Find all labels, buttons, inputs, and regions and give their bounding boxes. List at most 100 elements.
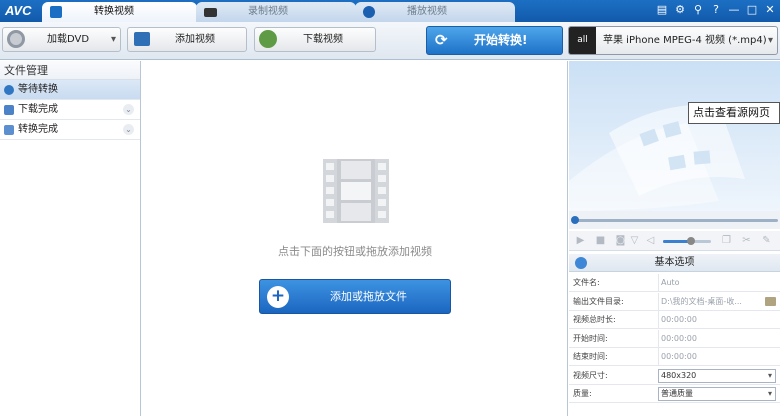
folder-icon[interactable]	[765, 297, 776, 306]
drop-area[interactable]: 点击下面的按钮或拖放添加视频 + 添加或拖放文件	[142, 61, 568, 416]
option-row: 开始时间: 00:00:00	[569, 330, 780, 348]
volume-icon[interactable]: ◁	[645, 235, 656, 246]
chevron-down-icon: ▾	[767, 35, 773, 46]
basic-options-header[interactable]: 基本选项	[569, 254, 780, 272]
option-row: 文件名: Auto	[569, 274, 780, 292]
sidebar-item-waiting[interactable]: 等待转换	[0, 80, 140, 100]
window-controls: ▤ ⚙ ⚲ ? — □ ✕	[656, 3, 776, 19]
close-icon[interactable]: ✕	[764, 3, 776, 17]
option-value[interactable]: D:\我的文档-桌面-收...	[658, 293, 776, 311]
search-icon[interactable]: ⚲	[692, 3, 704, 17]
list-icon[interactable]: ▤	[656, 3, 668, 17]
sidebar-item-label: 转换完成	[18, 124, 58, 135]
option-key: 文件名:	[573, 278, 600, 287]
sidebar-item-label: 下载完成	[18, 104, 58, 115]
option-select[interactable]: 普通质量 ▾	[658, 387, 776, 401]
download-icon	[4, 105, 14, 115]
option-row: 视频尺寸: 480x320 ▾	[569, 367, 780, 385]
option-value-text: 480x320	[661, 371, 697, 380]
option-value[interactable]: Auto	[658, 274, 776, 292]
tab-convert-video[interactable]: 转换视频	[42, 2, 197, 22]
gear-icon[interactable]: ⚙	[674, 3, 686, 17]
tab-play-video[interactable]: 播放视频	[355, 2, 515, 22]
disc-icon	[7, 30, 25, 48]
sidebar-item-downloaded[interactable]: 下载完成 ⌄	[0, 100, 140, 120]
option-value[interactable]: 00:00:00	[658, 348, 776, 366]
option-value[interactable]: 00:00:00	[658, 311, 776, 329]
volume-slider[interactable]	[663, 237, 711, 245]
title-bar: AVC 转换视频 录制视频 播放视频 ▤ ⚙ ⚲ ? — □ ✕	[0, 0, 780, 22]
button-label: 下载视频	[303, 34, 343, 45]
output-profile-select[interactable]: all 苹果 iPhone MPEG-4 视频 (*.mp4) ▾	[568, 26, 778, 55]
button-label: 开始转换!	[474, 33, 528, 47]
tab-record-video[interactable]: 录制视频	[196, 2, 356, 22]
option-value-text: 00:00:00	[661, 334, 697, 343]
seek-knob[interactable]	[571, 216, 579, 224]
start-convert-button[interactable]: ⟳ 开始转换!	[426, 26, 563, 55]
drop-hint: 点击下面的按钮或拖放添加视频	[278, 245, 432, 258]
option-row: 质量: 普通质量 ▾	[569, 385, 780, 403]
copy-icon[interactable]: ❐	[721, 235, 732, 246]
chevron-down-icon[interactable]: ▾	[111, 28, 116, 51]
right-panel: 点击查看源网页 ▶ ■ ◙ ▽ ◁ ❐ ✂ ✎ 基本选项 文件名: Auto 输出文…	[569, 61, 780, 416]
sidebar-item-label: 等待转换	[18, 84, 58, 95]
convert-icon	[50, 6, 62, 18]
file-manager-sidebar: 文件管理 等待转换 下载完成 ⌄ 转换完成 ⌄	[0, 61, 141, 416]
maximize-icon[interactable]: □	[746, 3, 758, 17]
sidebar-title: 文件管理	[0, 61, 140, 80]
volume-knob[interactable]	[686, 237, 695, 245]
camera-icon[interactable]: ◙	[615, 235, 626, 246]
apple-all-icon: all	[569, 27, 596, 54]
tab-label: 转换视频	[94, 6, 134, 17]
download-video-button[interactable]: 下载视频	[254, 27, 376, 52]
globe-download-icon	[259, 30, 277, 48]
play-icon[interactable]: ▶	[575, 235, 586, 246]
option-key: 视频总时长:	[573, 315, 616, 324]
convert-icon	[4, 85, 14, 95]
help-icon[interactable]: ?	[710, 3, 722, 17]
option-value[interactable]: 00:00:00	[658, 330, 776, 348]
chevron-down-icon: ▾	[767, 389, 772, 398]
app-logo: AVC	[5, 3, 32, 18]
player-controls: ▶ ■ ◙ ▽ ◁ ❐ ✂ ✎	[569, 231, 780, 251]
option-row: 结束时间: 00:00:00	[569, 348, 780, 366]
chevron-down-icon[interactable]: ⌄	[123, 104, 134, 115]
tooltip: 点击查看源网页	[688, 102, 780, 124]
add-video-button[interactable]: 添加视频	[127, 27, 247, 52]
chevron-down-icon[interactable]: ▽	[629, 235, 640, 246]
plus-icon: +	[267, 286, 289, 308]
option-row: 视频总时长: 00:00:00	[569, 311, 780, 329]
seek-track[interactable]	[573, 219, 778, 222]
chevron-down-icon: ▾	[767, 371, 772, 380]
option-row: 输出文件目录: D:\我的文档-桌面-收...	[569, 293, 780, 311]
film-strip-icon	[323, 159, 389, 223]
button-label: 添加视频	[175, 34, 215, 45]
stop-icon[interactable]: ■	[595, 235, 606, 246]
wrench-icon[interactable]: ✎	[761, 235, 772, 246]
option-value-text: 普通质量	[661, 389, 693, 398]
chevron-down-icon[interactable]: ⌄	[123, 124, 134, 135]
minimize-icon[interactable]: —	[728, 3, 740, 17]
sidebar-item-converted[interactable]: 转换完成 ⌄	[0, 120, 140, 140]
refresh-icon: ⟳	[435, 31, 448, 49]
options-title: 基本选项	[654, 257, 695, 268]
option-key: 质量:	[573, 389, 592, 398]
option-value-text: 00:00:00	[661, 352, 697, 361]
option-key: 输出文件目录:	[573, 297, 624, 306]
record-icon	[204, 8, 217, 17]
seek-bar[interactable]	[569, 211, 780, 229]
toolbar: 加载DVD ▾ 添加视频 下载视频 ⟳ 开始转换! all 苹果 iPhone …	[0, 22, 780, 60]
load-dvd-button[interactable]: 加载DVD ▾	[2, 27, 121, 52]
option-value-text: Auto	[661, 278, 680, 287]
converted-icon	[4, 125, 14, 135]
option-value-text: D:\我的文档-桌面-收...	[661, 297, 742, 306]
tab-label: 播放视频	[407, 6, 447, 17]
scissors-icon[interactable]: ✂	[741, 235, 752, 246]
add-or-drop-file-button[interactable]: + 添加或拖放文件	[259, 279, 451, 314]
film-reel-graphic	[569, 104, 745, 211]
options-icon	[575, 257, 587, 269]
option-key: 视频尺寸:	[573, 371, 608, 380]
option-key: 开始时间:	[573, 334, 608, 343]
button-label: 添加或拖放文件	[330, 290, 407, 303]
option-select[interactable]: 480x320 ▾	[658, 369, 776, 383]
